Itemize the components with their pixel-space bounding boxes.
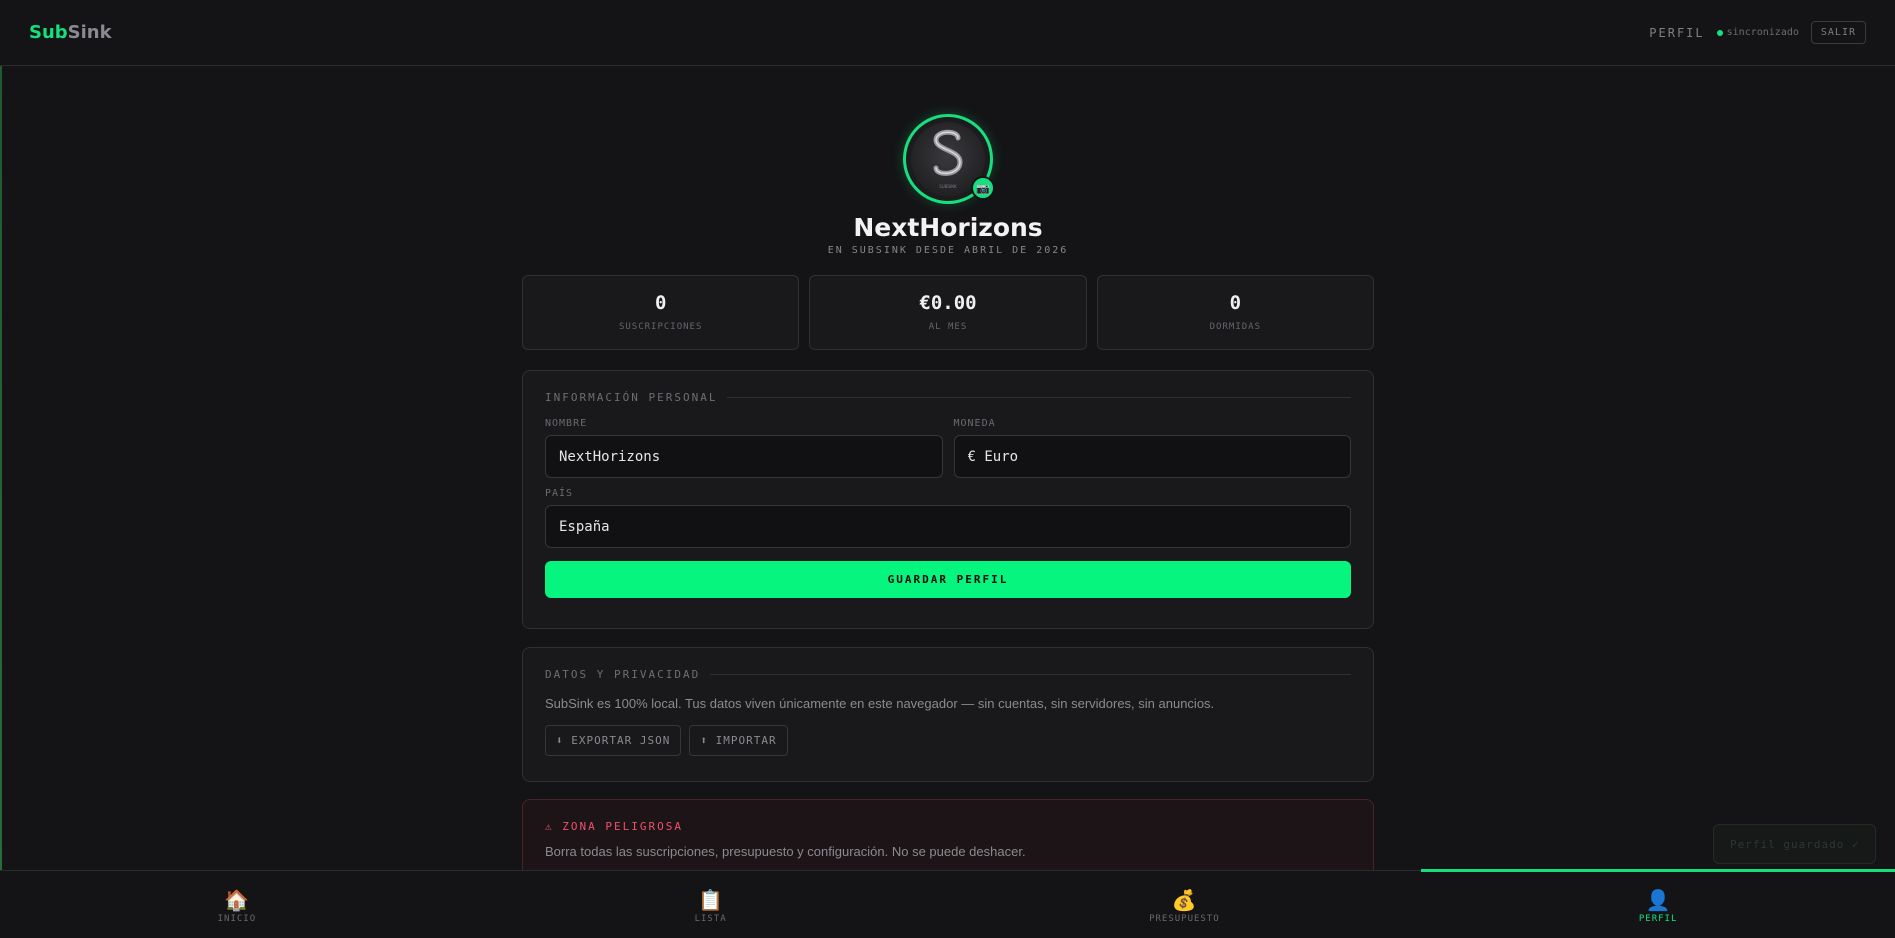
- save-profile-button[interactable]: GUARDAR PERFIL: [545, 561, 1351, 598]
- country-label: PAÍS: [545, 488, 574, 499]
- camera-icon[interactable]: 📷: [971, 176, 995, 200]
- logout-button[interactable]: SALIR: [1810, 21, 1866, 44]
- name-input[interactable]: [545, 435, 943, 478]
- name-label: NOMBRE: [545, 418, 588, 429]
- stats-row: 0 SUSCRIPCIONES €0.00 AL MES 0 DORMIDAS: [522, 275, 1374, 350]
- personal-info-card: INFORMACIÓN PERSONAL NOMBRE MONEDA PAÍS …: [522, 370, 1374, 629]
- stat-label: AL MES: [928, 322, 968, 332]
- stat-value: 0: [654, 292, 667, 314]
- nav-item-lista[interactable]: 📋 LISTA: [474, 871, 948, 938]
- nav-item-inicio[interactable]: 🏠 INICIO: [0, 871, 474, 938]
- privacy-text: SubSink es 100% local. Tus datos viven ú…: [545, 696, 1215, 711]
- country-field-group: PAÍS: [545, 488, 1351, 548]
- import-button[interactable]: ⬆ IMPORTAR: [689, 725, 788, 756]
- export-json-button[interactable]: ⬇ EXPORTAR JSON: [545, 725, 682, 756]
- logo-sink: Sink: [67, 22, 112, 43]
- toast-notification: Perfil guardado ✓: [1713, 824, 1876, 864]
- privacy-title: DATOS Y PRIVACIDAD: [545, 668, 1351, 681]
- stat-dormant: 0 DORMIDAS: [1096, 275, 1374, 350]
- stat-monthly: €0.00 AL MES: [809, 275, 1087, 350]
- app-border-accent: [0, 65, 2, 870]
- profile-name: NextHorizons: [853, 213, 1043, 242]
- header-right: PERFIL sincronizado SALIR: [1649, 21, 1866, 44]
- privacy-card: DATOS Y PRIVACIDAD SubSink es 100% local…: [522, 647, 1374, 782]
- stat-value: 0: [1229, 292, 1242, 314]
- privacy-buttons: ⬇ EXPORTAR JSON ⬆ IMPORTAR: [545, 725, 1351, 756]
- logo-sub: Sub: [29, 22, 68, 43]
- sync-dot-icon: [1716, 29, 1723, 36]
- stat-label: DORMIDAS: [1209, 322, 1261, 332]
- country-input[interactable]: [545, 505, 1351, 548]
- avatar-logo-text: SUBSINK: [939, 184, 957, 189]
- nav-label: PRESUPUESTO: [1149, 914, 1220, 924]
- member-since: EN SUBSINK DESDE ABRIL DE 2026: [827, 245, 1069, 256]
- currency-label: MONEDA: [953, 418, 996, 429]
- personal-row-1: NOMBRE MONEDA: [545, 418, 1351, 478]
- danger-zone-text: Borra todas las suscripciones, presupues…: [545, 844, 1026, 859]
- header-page-label: PERFIL: [1649, 25, 1705, 40]
- stat-value: €0.00: [919, 292, 977, 314]
- sync-status-text: sincronizado: [1726, 27, 1799, 38]
- top-header: SubSink PERFIL sincronizado SALIR: [0, 0, 1895, 66]
- nav-item-presupuesto[interactable]: 💰 PRESUPUESTO: [948, 871, 1422, 938]
- stat-subscriptions: 0 SUSCRIPCIONES: [522, 275, 800, 350]
- name-field-group: NOMBRE: [545, 418, 943, 478]
- subsink-logo-icon: SUBSINK: [933, 129, 963, 189]
- home-icon: 🏠: [224, 888, 250, 912]
- personal-info-title: INFORMACIÓN PERSONAL: [545, 391, 1351, 404]
- nav-label: LISTA: [694, 914, 727, 924]
- stat-label: SUSCRIPCIONES: [618, 322, 703, 332]
- currency-field-group: MONEDA: [953, 418, 1351, 478]
- nav-label: PERFIL: [1638, 914, 1678, 924]
- sync-status: sincronizado: [1716, 27, 1799, 38]
- avatar-container: SUBSINK 📷: [903, 114, 995, 204]
- nav-item-perfil[interactable]: 👤 PERFIL: [1421, 869, 1895, 938]
- money-bag-icon: 💰: [1171, 888, 1197, 912]
- currency-select[interactable]: [953, 435, 1351, 478]
- clipboard-icon: 📋: [698, 888, 724, 912]
- nav-label: INICIO: [217, 914, 257, 924]
- user-icon: 👤: [1645, 888, 1671, 912]
- danger-zone-title: ⚠ ZONA PELIGROSA: [545, 820, 683, 833]
- bottom-nav: 🏠 INICIO 📋 LISTA 💰 PRESUPUESTO 👤 PERFIL: [0, 869, 1895, 938]
- app-logo[interactable]: SubSink: [29, 22, 112, 43]
